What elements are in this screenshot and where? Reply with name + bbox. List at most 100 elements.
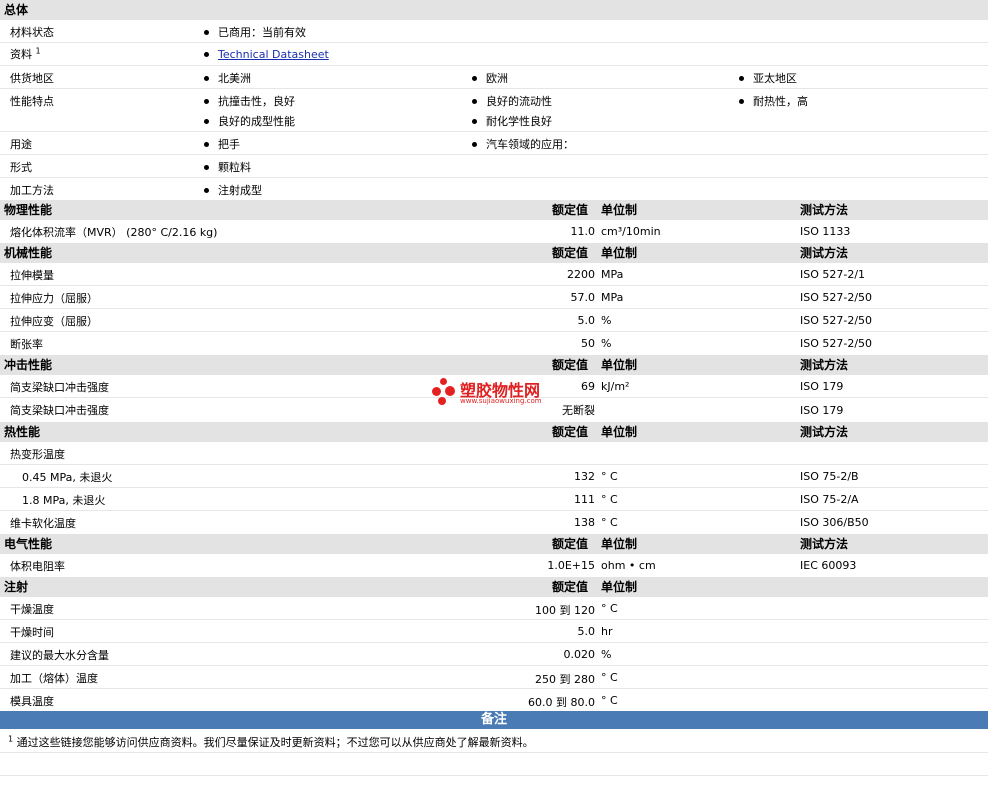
section-title: 热性能 (4, 425, 41, 439)
col-unit: 单位制 (601, 537, 638, 551)
row-test: ISO 527-2/50 (800, 314, 873, 327)
notes-row: 1 通过这些链接您能够访问供应商资料。我们尽量保证及时更新资料；不过您可以从供应… (0, 729, 988, 753)
row-unit: % (601, 337, 612, 350)
section-impact-header: 冲击性能 额定值 单位制 测试方法 (0, 355, 988, 375)
row-test: ISO 527-2/50 (800, 291, 873, 304)
row-value: 颗粒料 (204, 159, 251, 175)
row-test: ISO 75-2/B (800, 470, 859, 483)
row-value: 把手 (204, 136, 240, 152)
row-unit: ° C (601, 602, 618, 615)
row-unit: ° C (601, 493, 618, 506)
row-unit: MPa (601, 268, 624, 281)
col-unit: 单位制 (601, 246, 638, 260)
section-title: 注射 (4, 580, 29, 594)
row-test: IEC 60093 (800, 559, 857, 572)
col-test: 测试方法 (800, 425, 849, 439)
bullet-icon (204, 98, 209, 104)
bullet-icon (472, 75, 477, 81)
row-drying-temp: 干燥温度 100 到 120 ° C (0, 597, 988, 620)
col-nominal: 额定值 (552, 580, 589, 594)
section-injection-header: 注射 额定值 单位制 (0, 577, 988, 597)
row-unit: % (601, 648, 612, 661)
row-tensile-strain: 拉伸应变（屈服） 5.0 % ISO 527-2/50 (0, 309, 988, 332)
col-unit: 单位制 (601, 425, 638, 439)
row-value: 良好的成型性能 (204, 113, 295, 129)
row-unit: MPa (601, 291, 624, 304)
row-value: 50 (581, 337, 595, 350)
row-label: 加工（熔体）温度 (10, 672, 98, 685)
row-elongation: 断张率 50 % ISO 527-2/50 (0, 332, 988, 354)
row-label: 拉伸应力（屈服） (10, 292, 98, 305)
row-label: 熔化体积流率（MVR） (280° C/2.16 kg) (10, 226, 218, 239)
row-unit: % (601, 314, 612, 327)
row-mold-temp: 模具温度 60.0 到 80.0 ° C (0, 689, 988, 711)
row-unit: ° C (601, 470, 618, 483)
row-test: ISO 527-2/50 (800, 337, 873, 350)
watermark-url: www.sujiaowuxing.com (460, 397, 542, 405)
row-value: 已商用：当前有效 (204, 24, 306, 40)
section-title: 总体 (4, 3, 29, 17)
logo-dot (432, 387, 441, 396)
row-label: 用途 (10, 138, 32, 151)
row-label: 供货地区 (10, 72, 54, 85)
row-unit: hr (601, 625, 613, 638)
row-unit: kJ/m² (601, 380, 630, 393)
datasheet-link[interactable]: Technical Datasheet (204, 48, 329, 61)
section-title: 电气性能 (4, 537, 53, 551)
bullet-icon (739, 75, 744, 81)
col-test: 测试方法 (800, 537, 849, 551)
col-test: 测试方法 (800, 246, 849, 260)
bullet-icon (204, 75, 209, 81)
row-value: 100 到 120 (535, 604, 595, 617)
row-mvr: 熔化体积流率（MVR） (280° C/2.16 kg) 11.0 cm³/10… (0, 220, 988, 242)
row-label: 形式 (10, 161, 32, 174)
row-material-status: 材料状态 已商用：当前有效 (0, 20, 988, 43)
row-value: 1.0E+15 (547, 559, 595, 572)
col-unit: 单位制 (601, 203, 638, 217)
row-value: 2200 (567, 268, 595, 281)
logo-dot (440, 378, 447, 385)
row-label: 维卡软化温度 (10, 517, 76, 530)
row-max-moisture: 建议的最大水分含量 0.020 % (0, 643, 988, 666)
row-melt-temp: 加工（熔体）温度 250 到 280 ° C (0, 666, 988, 689)
row-unit: ohm • cm (601, 559, 656, 572)
col-nominal: 额定值 (552, 537, 589, 551)
row-value: 11.0 (570, 225, 596, 238)
row-processing: 加工方法 注射成型 (0, 178, 988, 200)
row-forms: 形式 颗粒料 (0, 155, 988, 178)
bullet-icon (204, 187, 209, 193)
row-value: 耐热性，高 (739, 93, 808, 109)
row-label: 干燥时间 (10, 626, 54, 639)
logo-dot (438, 397, 446, 405)
row-value: 注射成型 (204, 182, 262, 198)
row-test: ISO 1133 (800, 225, 851, 238)
row-value: 耐化学性良好 (472, 113, 552, 129)
row-unit: ° C (601, 516, 618, 529)
section-electrical-header: 电气性能 额定值 单位制 测试方法 (0, 534, 988, 554)
row-value: 111 (574, 493, 595, 506)
row-unit: cm³/10min (601, 225, 661, 238)
row-value: 良好的流动性 (472, 93, 552, 109)
row-value: 0.020 (563, 648, 596, 661)
row-label: 资料 1 (10, 46, 41, 61)
row-label: 1.8 MPa, 未退火 (22, 494, 106, 507)
bullet-icon (472, 141, 477, 147)
row-label: 断张率 (10, 338, 43, 351)
section-title: 机械性能 (4, 246, 53, 260)
row-value: 北美洲 (204, 70, 251, 86)
row-label: 干燥温度 (10, 603, 54, 616)
row-volume-resistivity: 体积电阻率 1.0E+15 ohm • cm IEC 60093 (0, 554, 988, 576)
bullet-icon (204, 118, 209, 124)
row-features: 性能特点 抗撞击性，良好 良好的流动性 耐热性，高 良好的成型性能 耐化学性良好 (0, 89, 988, 132)
bullet-icon (472, 118, 477, 124)
col-unit: 单位制 (601, 580, 638, 594)
row-vicat: 维卡软化温度 138 ° C ISO 306/B50 (0, 511, 988, 533)
row-unit: ° C (601, 671, 618, 684)
row-label: 0.45 MPa, 未退火 (22, 471, 113, 484)
row-value: 汽车领域的应用： (472, 136, 574, 152)
row-test: ISO 75-2/A (800, 493, 859, 506)
row-label: 模具温度 (10, 695, 54, 708)
col-nominal: 额定值 (552, 203, 589, 217)
col-unit: 单位制 (601, 358, 638, 372)
bullet-icon (739, 98, 744, 104)
